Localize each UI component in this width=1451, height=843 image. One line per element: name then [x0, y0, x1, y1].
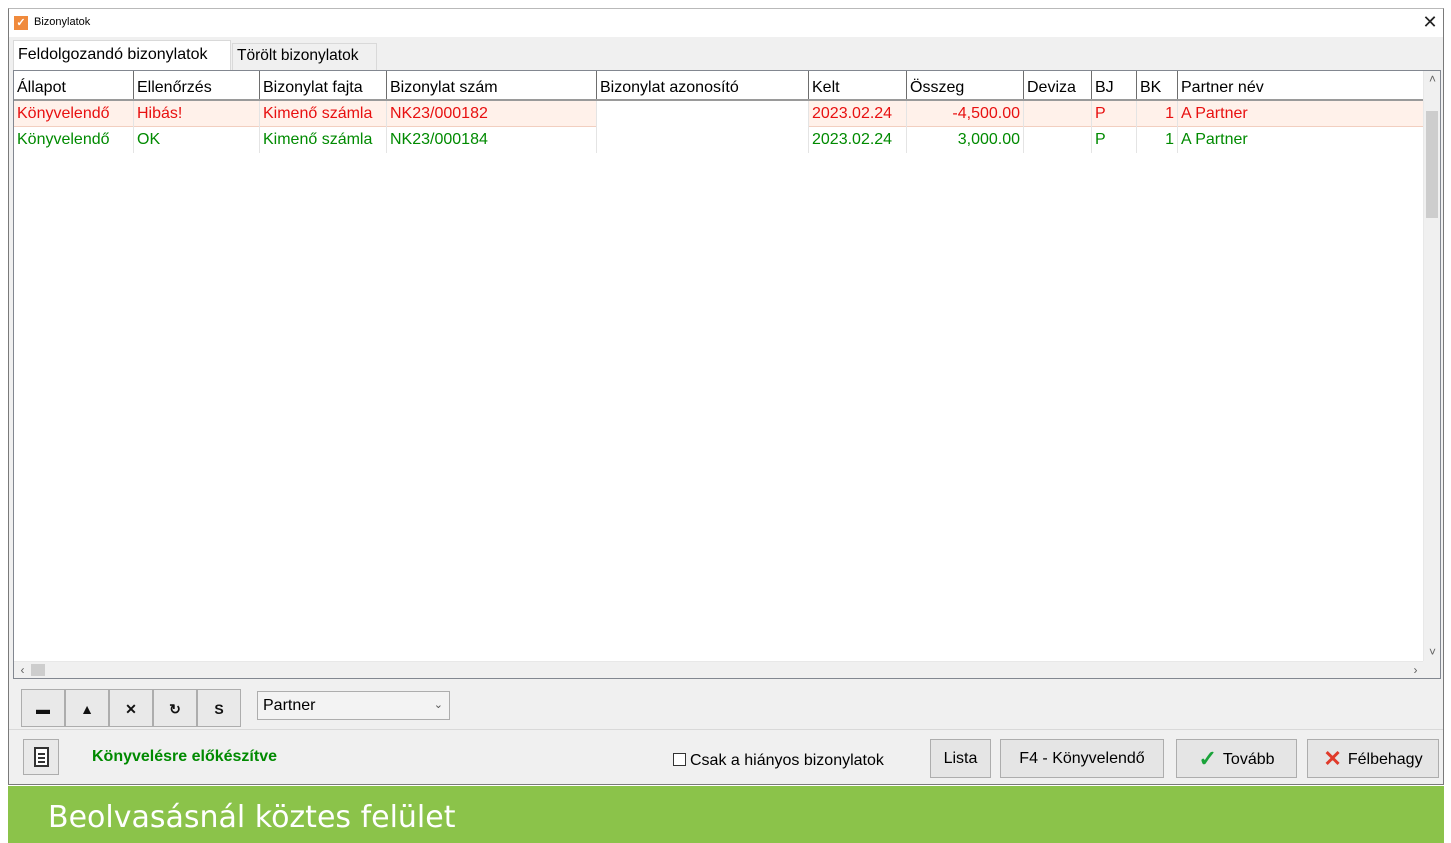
document-icon	[34, 747, 49, 767]
felbehagy-label: Félbehagy	[1347, 751, 1423, 768]
table-row[interactable]: Könyvelendő Hibás! Kimenő számla NK23/00…	[14, 101, 1424, 127]
table-row[interactable]: Könyvelendő OK Kimenő számla NK23/000184…	[14, 127, 1424, 153]
col-kelt[interactable]: Kelt	[809, 71, 907, 99]
scroll-corner	[1423, 661, 1440, 678]
cell-szam: NK23/000184	[387, 127, 597, 153]
chevron-down-icon: ⌄	[433, 699, 443, 711]
cell-osszeg: 3,000.00	[907, 127, 1024, 153]
cell-bk: 1	[1137, 101, 1178, 127]
save-icon[interactable]: S	[197, 689, 241, 727]
scroll-right-icon[interactable]: ›	[1407, 662, 1424, 679]
partner-select-value: Partner	[263, 697, 316, 714]
cell-bj: P	[1092, 127, 1137, 153]
cell-szam: NK23/000182	[387, 101, 597, 127]
checkmark-app-icon: ✓	[14, 16, 28, 30]
col-ellenorzes[interactable]: Ellenőrzés	[134, 71, 260, 99]
cell-kelt: 2023.02.24	[809, 127, 907, 153]
cell-bj: P	[1092, 101, 1137, 127]
cell-ellenorzes: OK	[134, 127, 260, 153]
col-deviza[interactable]: Deviza	[1024, 71, 1092, 99]
cross-icon: ✕	[1323, 746, 1342, 771]
caption-text: Beolvasásnál köztes felület	[48, 800, 456, 835]
lista-button[interactable]: Lista	[930, 739, 991, 778]
col-azonosito[interactable]: Bizonylat azonosító	[597, 71, 809, 99]
col-osszeg[interactable]: Összeg	[907, 71, 1024, 99]
col-bk[interactable]: BK	[1137, 71, 1178, 99]
cell-azonosito	[597, 127, 809, 153]
caption-banner: Beolvasásnál köztes felület	[8, 786, 1444, 843]
checkbox-box[interactable]	[673, 753, 686, 766]
cell-ellenorzes: Hibás!	[134, 101, 260, 127]
col-szam[interactable]: Bizonylat szám	[387, 71, 597, 99]
divider	[9, 729, 1443, 730]
refresh-icon[interactable]: ↻	[153, 689, 197, 727]
cell-deviza	[1024, 127, 1092, 153]
up-icon[interactable]: ▲	[65, 689, 109, 727]
cell-fajta: Kimenő számla	[260, 101, 387, 127]
cell-partner: A Partner	[1181, 105, 1248, 122]
felbehagy-button[interactable]: ✕ Félbehagy	[1307, 739, 1439, 778]
delete-icon[interactable]: ▬	[21, 689, 65, 727]
cell-fajta: Kimenő számla	[260, 127, 387, 153]
cell-bk: 1	[1137, 127, 1178, 153]
scroll-down-icon[interactable]: ˅	[1424, 644, 1441, 661]
tab-torolt[interactable]: Törölt bizonylatok	[232, 43, 377, 70]
status-text: Könyvelésre előkészítve	[92, 748, 277, 765]
cell-kelt: 2023.02.24	[809, 101, 907, 127]
tovabb-label: Tovább	[1222, 751, 1275, 768]
cell-deviza	[1024, 101, 1092, 127]
checkmark-icon: ✓	[1198, 746, 1217, 771]
scroll-up-icon[interactable]: ˄	[1424, 71, 1441, 88]
close-icon[interactable]: ✕	[1421, 13, 1439, 33]
vertical-scrollbar[interactable]: ˄ ˅	[1423, 71, 1440, 661]
tovabb-button[interactable]: ✓ Tovább	[1176, 739, 1297, 778]
horizontal-scroll-thumb[interactable]	[31, 664, 45, 676]
tab-feldolgozando[interactable]: Feldolgozandó bizonylatok	[13, 40, 231, 71]
cell-partner: A Partner	[1181, 131, 1248, 148]
horizontal-scrollbar[interactable]: ‹ ›	[14, 661, 1424, 678]
document-button[interactable]	[23, 739, 59, 775]
grid-header: Állapot Ellenőrzés Bizonylat fajta Bizon…	[14, 71, 1424, 101]
missing-only-checkbox[interactable]: Csak a hiányos bizonylatok	[673, 752, 884, 770]
cell-osszeg: -4,500.00	[907, 101, 1024, 127]
scroll-left-icon[interactable]: ‹	[14, 662, 31, 679]
col-allapot[interactable]: Állapot	[14, 71, 134, 99]
cell-allapot: Könyvelendő	[14, 101, 134, 127]
cell-allapot: Könyvelendő	[14, 127, 134, 153]
col-bj[interactable]: BJ	[1092, 71, 1137, 99]
window-title: Bizonylatok	[34, 16, 91, 28]
cancel-icon[interactable]: ✕	[109, 689, 153, 727]
partner-select[interactable]: Partner ⌄	[257, 691, 450, 720]
col-fajta[interactable]: Bizonylat fajta	[260, 71, 387, 99]
title-bar: ✓ Bizonylatok ✕	[9, 9, 1443, 37]
checkbox-label: Csak a hiányos bizonylatok	[690, 752, 884, 769]
bottom-toolbar: Könyvelésre előkészítve Csak a hiányos b…	[9, 734, 1443, 782]
f4-konyvelendo-button[interactable]: F4 - Könyvelendő	[1000, 739, 1164, 778]
cell-azonosito	[597, 101, 809, 127]
col-partner[interactable]: Partner név	[1178, 71, 1424, 99]
document-window: ✓ Bizonylatok ✕ Feldolgozandó bizonylato…	[8, 8, 1444, 785]
vertical-scroll-thumb[interactable]	[1426, 111, 1438, 218]
document-grid[interactable]: Állapot Ellenőrzés Bizonylat fajta Bizon…	[13, 70, 1441, 679]
